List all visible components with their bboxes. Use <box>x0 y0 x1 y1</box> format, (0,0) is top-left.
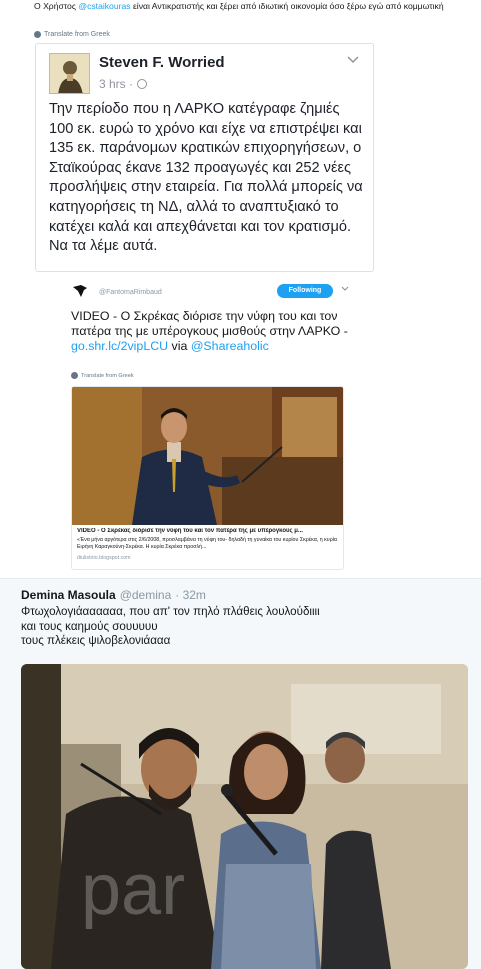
tweet-line: και τους καημούς σουυυυυ <box>21 619 158 633</box>
tweet-via: via <box>168 339 191 354</box>
tweet-header: Demina Masoula @demina · 32m <box>21 588 206 602</box>
post-time-label: 3 hrs · <box>99 77 134 91</box>
translate-label: Translate from Greek <box>81 372 134 379</box>
facebook-post-card: Steven F. Worried 3 hrs · Την περίοδο πο… <box>35 43 374 272</box>
link-preview-card[interactable]: VIDEO - Ο Σκρέκας διόρισε την νύφη του κ… <box>71 386 344 570</box>
tweet-handle[interactable]: @FantomaRimbaud <box>99 289 162 296</box>
tweet-author-name[interactable]: Demina Masoula <box>21 588 116 602</box>
tweet-photo[interactable]: par <box>21 664 468 969</box>
link-card-title: VIDEO - Ο Σκρέκας διόρισε την νύφη του κ… <box>77 528 303 534</box>
via-handle-link[interactable]: @Shareaholic <box>191 339 269 353</box>
translate-label: Translate from Greek <box>44 31 110 38</box>
tweet-text: VIDEO - Ο Σκρέκας διόρισε την νύφη του κ… <box>71 309 356 355</box>
translate-link[interactable]: Translate from Greek <box>71 372 134 379</box>
link-card-domain: diulistirio.blogspot.com <box>77 555 131 561</box>
avatar-portrait-icon <box>50 54 89 93</box>
tweet-body: Φτωχολογιάαααααα, που απ' τον πηλό πλάθε… <box>21 605 461 649</box>
public-globe-icon <box>137 79 148 89</box>
link-card-description: «Ένα μήνα αργότερα στις 2/6/2008, προσλα… <box>77 537 337 550</box>
embedded-tweet: @FantomaRimbaud Following VIDEO - Ο Σκρέ… <box>64 282 354 572</box>
top-tweet-text: Ο Χρήστος @cstaikouras είναι Αντικρατιστ… <box>34 1 474 12</box>
post-time: 3 hrs · <box>99 77 148 91</box>
tweet-author-handle[interactable]: @demina <box>120 588 172 602</box>
photo-watermark: par <box>81 850 185 930</box>
post-author[interactable]: Steven F. Worried <box>99 54 225 71</box>
globe-icon <box>34 31 41 38</box>
link-preview-image <box>72 387 343 525</box>
top-tweet-text-start: Ο Χρήστος <box>34 1 79 11</box>
post-body: Την περίοδο που η ΛΑΡΚΟ κατέγραφε ζημιές… <box>49 101 363 255</box>
globe-icon <box>71 372 78 379</box>
tweet-link[interactable]: go.shr.lc/2vipLCU <box>71 339 168 353</box>
tweet-text-main: VIDEO - Ο Σκρέκας διόρισε την νύφη του κ… <box>71 309 348 339</box>
concert-photo: par <box>21 664 468 969</box>
tweet-demina: Demina Masoula @demina · 32m Φτωχολογιάα… <box>0 579 481 969</box>
following-button[interactable]: Following <box>277 284 333 298</box>
top-tweet-text-end: είναι Αντικρατιστής και ξέρει από ιδιωτι… <box>130 1 444 11</box>
mention-link[interactable]: @cstaikouras <box>78 1 130 11</box>
chevron-down-icon[interactable] <box>341 286 349 292</box>
tweet-line: τους πλέκεις ψιλοβελονιάααα <box>21 634 171 648</box>
user-avatar-icon[interactable] <box>72 284 88 298</box>
tweet-line: Φτωχολογιάαααααα, που απ' τον πηλό πλάθε… <box>21 605 320 618</box>
translate-link[interactable]: Translate from Greek <box>34 31 110 38</box>
avatar[interactable] <box>49 53 90 94</box>
chevron-down-icon[interactable] <box>347 56 359 64</box>
tweet-time[interactable]: · 32m <box>175 588 206 602</box>
